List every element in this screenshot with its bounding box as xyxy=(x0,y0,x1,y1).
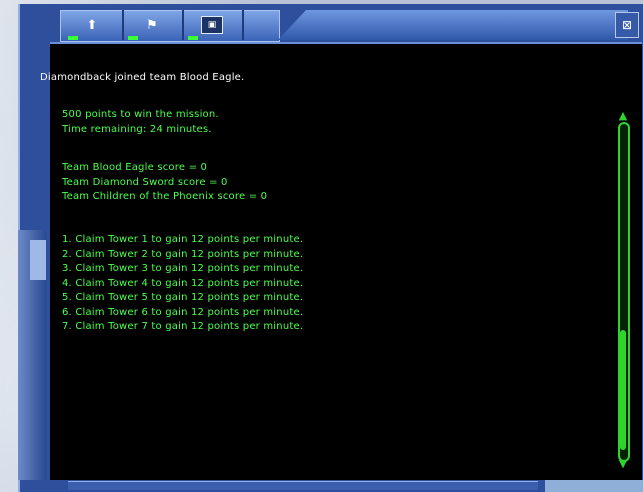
objective-list: 1. Claim Tower 1 to gain 12 points per m… xyxy=(62,233,303,335)
pin-icon: ⬆ xyxy=(86,17,98,33)
corner-piece xyxy=(545,480,643,492)
left-rail-detail xyxy=(30,240,46,280)
mission-info: 500 points to win the mission. Time rema… xyxy=(62,108,219,137)
join-message: Diamondback joined team Blood Eagle. xyxy=(40,72,245,83)
time-remaining: Time remaining: 24 minutes. xyxy=(62,123,212,135)
objective-line: 7. Claim Tower 7 to gain 12 points per m… xyxy=(62,321,304,332)
objective-line: 1. Claim Tower 1 to gain 12 points per m… xyxy=(62,234,304,245)
objective-line: 3. Claim Tower 3 to gain 12 points per m… xyxy=(62,263,304,274)
score-list: Team Blood Eagle score = 0 Team Diamond … xyxy=(62,161,267,205)
tab-hud[interactable]: ▣ xyxy=(182,10,244,40)
tab-indicator xyxy=(128,36,138,40)
title-bar xyxy=(278,10,628,40)
scroll-thumb[interactable] xyxy=(620,330,626,450)
hud-icon: ▣ xyxy=(201,16,223,34)
close-button[interactable]: ⊠ xyxy=(615,12,639,38)
points-to-win: 500 points to win the mission. xyxy=(62,109,219,120)
score-line: Team Blood Eagle score = 0 xyxy=(62,162,208,173)
score-line: Team Diamond Sword score = 0 xyxy=(62,176,228,188)
objective-line: 5. Claim Tower 5 to gain 12 points per m… xyxy=(62,292,304,303)
scroll-down-icon[interactable]: ▼ xyxy=(616,458,630,470)
tab-indicator xyxy=(188,36,198,40)
score-line: Team Children of the Phoenix score = 0 xyxy=(62,191,268,202)
objective-line: 2. Claim Tower 2 to gain 12 points per m… xyxy=(62,248,304,260)
tab-indicator xyxy=(68,36,78,40)
tab-waypoint[interactable]: ⬆ xyxy=(62,10,124,40)
scroll-up-icon[interactable]: ▲ xyxy=(616,110,630,122)
flag-icon: ⚑ xyxy=(146,17,158,33)
objective-line: 6. Claim Tower 6 to gain 12 points per m… xyxy=(62,306,304,318)
bottom-bar xyxy=(68,481,538,490)
objective-line: 4. Claim Tower 4 to gain 12 points per m… xyxy=(62,277,304,289)
tab-flag[interactable]: ⚑ xyxy=(122,10,184,40)
scrollbar[interactable]: ▲ ▼ xyxy=(616,110,630,470)
